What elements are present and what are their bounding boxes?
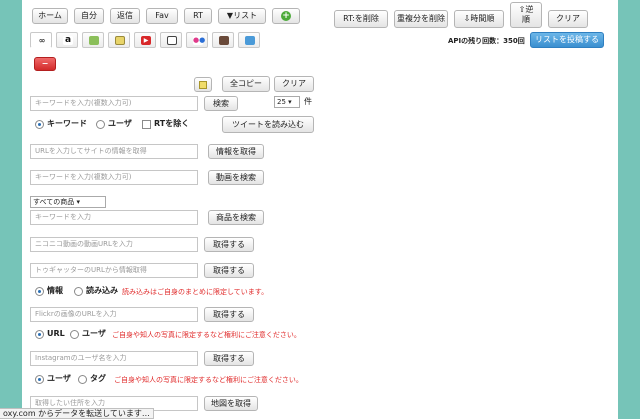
main-panel: ホーム 自分 返信 Fav RT ▼リスト + ∞ a ▶ ●● RT:を削除 … [22, 0, 618, 419]
result-count-select[interactable]: 25 ▾ [274, 96, 300, 108]
flickr-user-label: ユーザ [82, 329, 106, 338]
togetter-info-label: 情報 [47, 286, 63, 295]
mine-button[interactable]: 自分 [74, 8, 104, 24]
get-map-button[interactable]: 地図を取得 [204, 396, 258, 411]
togetter-note: 読み込みはご自身のまとめに限定しています。 [122, 288, 269, 296]
flickr-url-input[interactable]: Flickrの画像のURLを入力 [30, 307, 198, 322]
flickr-url-radio[interactable] [35, 330, 44, 339]
mentions-button[interactable]: 返信 [110, 8, 140, 24]
product-category-select[interactable]: すべての商品 ▾ [30, 196, 106, 208]
post-list-button[interactable]: リストを投稿する [530, 32, 604, 48]
reverse-label-line2: 順 [522, 15, 530, 24]
exclude-rt-checkbox[interactable] [142, 120, 151, 129]
flickr-url-label: URL [47, 329, 65, 338]
result-count-value: 25 [277, 98, 286, 106]
remove-duplicates-button[interactable]: 重複分を削除 [394, 10, 448, 28]
reverse-label-line1: ⇧逆 [518, 5, 534, 14]
copy-all-button[interactable]: 全コピー [222, 76, 270, 92]
sort-by-time-button[interactable]: ⇩時間順 [454, 10, 504, 28]
user-mode-label: ユーザ [108, 119, 132, 128]
nico-url-input[interactable]: ニコニコ動画の動画URLを入力 [30, 237, 198, 252]
instagram-tag-radio[interactable] [78, 375, 87, 384]
keyword-search-input[interactable]: キーワードを入力(複数入力可) [30, 96, 198, 111]
instagram-user-label: ユーザ [47, 374, 71, 383]
product-keyword-input[interactable]: キーワードを入力 [30, 210, 198, 225]
tab-amazon[interactable]: a [56, 32, 78, 48]
instagram-user-radio[interactable] [35, 375, 44, 384]
tab-flickr[interactable]: ●● [186, 32, 208, 48]
togetter-info-radio[interactable] [35, 287, 44, 296]
clear-all-button[interactable]: クリア [548, 10, 588, 28]
search-button[interactable]: 検索 [204, 96, 238, 111]
instagram-user-input[interactable]: Instagramのユーザ名を入力 [30, 351, 198, 366]
togetter-fetch-button[interactable]: 取得する [204, 263, 254, 278]
delete-rt-button[interactable]: RT:を削除 [334, 10, 388, 28]
tab-nicovideo[interactable] [82, 32, 104, 48]
count-unit-label: 件 [304, 97, 312, 106]
add-button[interactable]: + [272, 8, 300, 24]
youtube-icon: ▶ [141, 36, 151, 45]
instagram-note: ご自身や知人の写真に限定するなど権利にご注意ください。 [114, 376, 303, 384]
link-icon: ∞ [38, 36, 46, 45]
remove-button[interactable]: − [34, 57, 56, 71]
exclude-rt-label: RTを除く [154, 119, 190, 128]
clear-button[interactable]: クリア [274, 76, 314, 92]
instagram-icon [219, 36, 229, 45]
plus-icon: + [281, 11, 291, 21]
api-remaining-label: APIの残り回数：350回 [448, 37, 525, 45]
product-search-button[interactable]: 商品を検索 [208, 210, 264, 225]
togetter-url-input[interactable]: トゥギャッターのURLから情報取得 [30, 263, 198, 278]
togetter-load-label: 読み込み [86, 286, 118, 295]
fetch-info-button[interactable]: 情報を取得 [208, 144, 264, 159]
amazon-icon: a [63, 35, 73, 45]
keyword-mode-radio[interactable] [35, 120, 44, 129]
tab-tv[interactable] [160, 32, 182, 48]
product-category-value: すべての商品 [33, 198, 75, 206]
url-input[interactable]: URLを入力してサイトの情報を取得 [30, 144, 198, 159]
memo-icon [199, 81, 207, 89]
instagram-fetch-button[interactable]: 取得する [204, 351, 254, 366]
edit-button[interactable] [194, 77, 212, 92]
fav-button[interactable]: Fav [146, 8, 178, 24]
reverse-order-button[interactable]: ⇧逆 順 [510, 2, 542, 28]
flickr-icon: ●● [193, 36, 206, 45]
browser-status-bar: oxy.com からデータを転送しています… [0, 408, 154, 419]
flickr-note: ご自身や知人の写真に限定するなど権利にご注意ください。 [112, 331, 301, 339]
nicovideo-icon [89, 36, 99, 45]
keyword-mode-label: キーワード [47, 119, 87, 128]
load-tweets-button[interactable]: ツイートを読み込む [222, 116, 314, 133]
instagram-tag-label: タグ [90, 374, 106, 383]
video-search-button[interactable]: 動画を検索 [208, 170, 264, 185]
tab-youtube[interactable]: ▶ [134, 32, 156, 48]
tab-map[interactable] [238, 32, 260, 48]
nico-fetch-button[interactable]: 取得する [204, 237, 254, 252]
tab-link[interactable]: ∞ [30, 32, 52, 48]
video-search-input[interactable]: キーワードを入力(複数入力可) [30, 170, 198, 185]
chevron-down-icon: ▾ [76, 198, 80, 206]
home-button[interactable]: ホーム [32, 8, 68, 24]
tab-instagram[interactable] [212, 32, 234, 48]
map-icon [245, 36, 255, 45]
togetter-load-radio[interactable] [74, 287, 83, 296]
rt-button[interactable]: RT [184, 8, 212, 24]
list-dropdown-button[interactable]: ▼リスト [218, 8, 266, 24]
flickr-fetch-button[interactable]: 取得する [204, 307, 254, 322]
flickr-user-radio[interactable] [70, 330, 79, 339]
tab-image[interactable] [108, 32, 130, 48]
tv-icon [167, 36, 177, 45]
image-icon [115, 36, 125, 45]
chevron-down-icon: ▾ [288, 98, 292, 106]
user-mode-radio[interactable] [96, 120, 105, 129]
